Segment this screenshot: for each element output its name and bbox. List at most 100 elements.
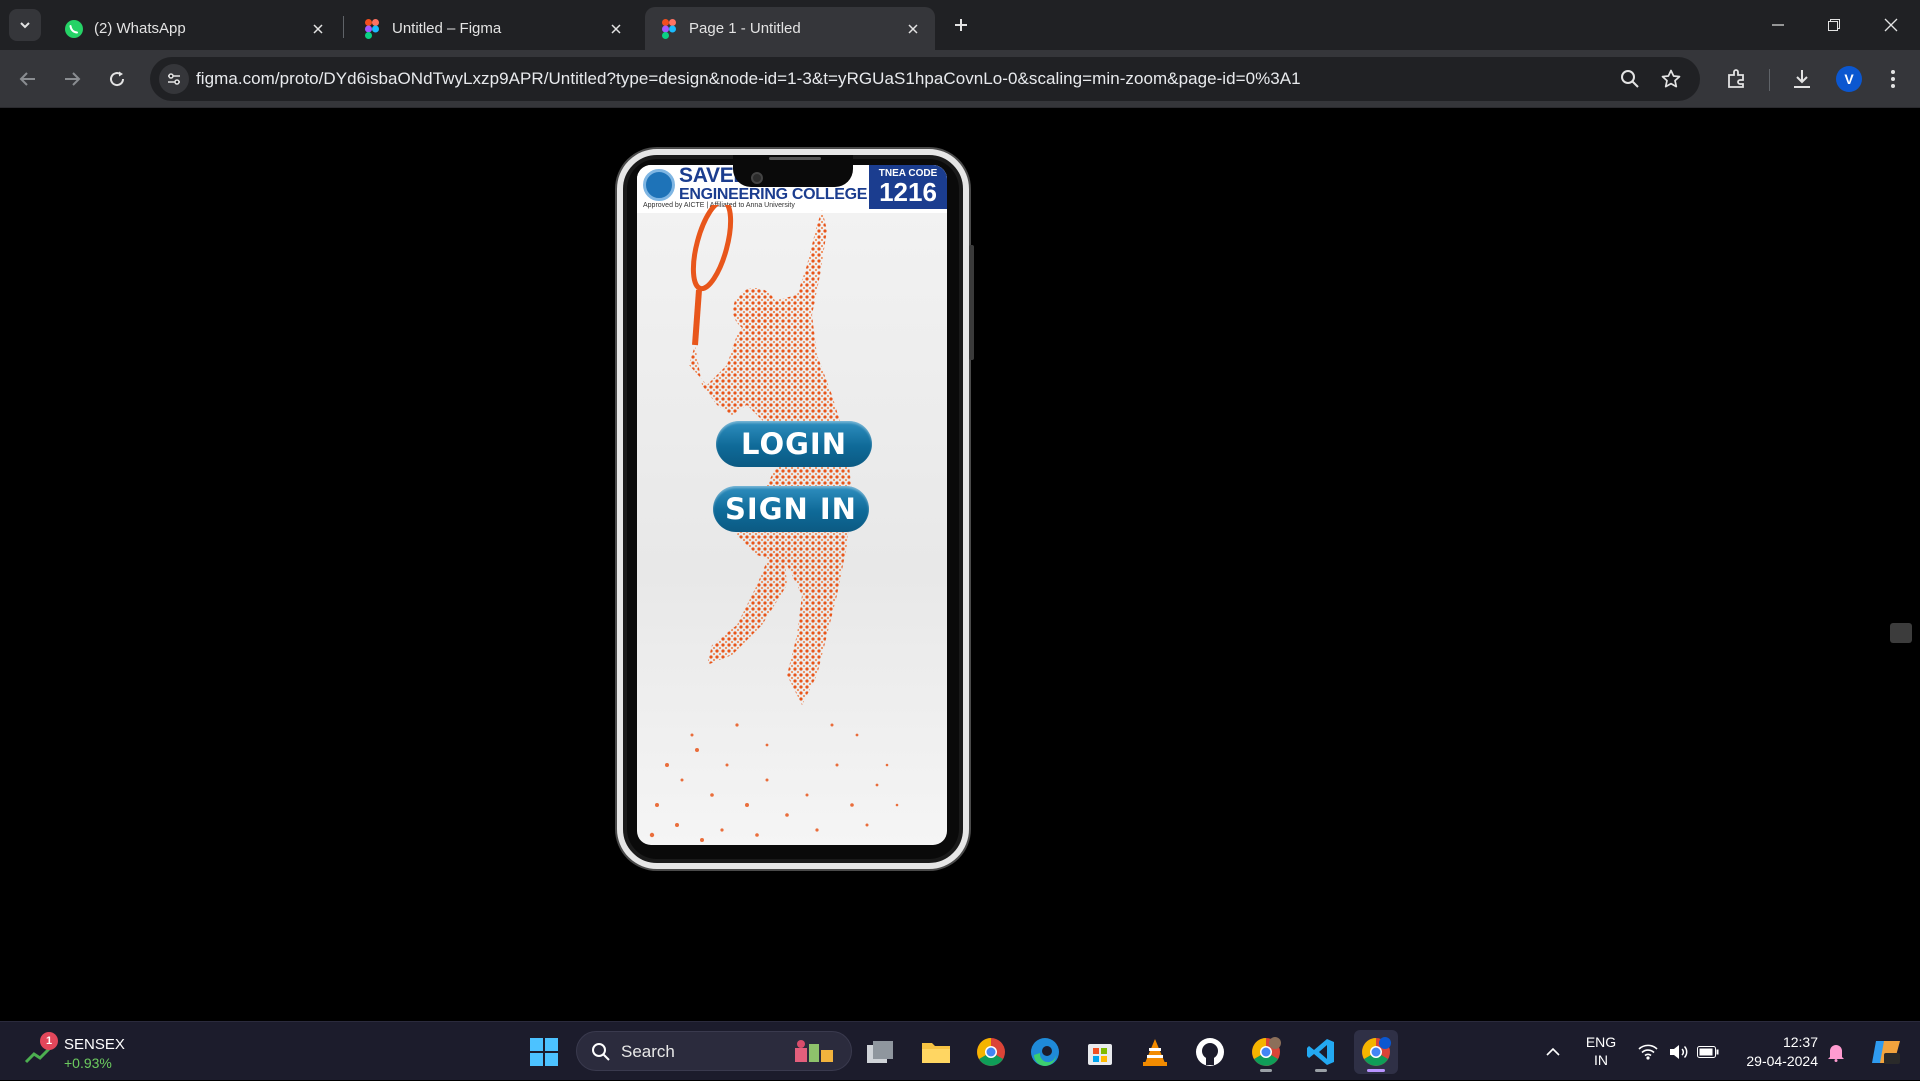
tray-overflow-button[interactable] [1538, 1022, 1568, 1081]
battery-status[interactable] [1694, 1022, 1722, 1081]
taskbar-search[interactable]: Search [576, 1031, 852, 1071]
tab-strip: (2) WhatsApp Untitled – Figma Page 1 - U… [0, 0, 1920, 50]
running-indicator [1260, 1069, 1272, 1072]
system-clock[interactable]: 12:37 29-04-2024 [1730, 1033, 1818, 1071]
forward-button[interactable] [56, 63, 88, 95]
clock-time: 12:37 [1782, 1034, 1818, 1050]
task-view-icon [867, 1041, 893, 1063]
vlc-icon [1143, 1039, 1167, 1066]
folder-icon [922, 1043, 950, 1063]
download-icon[interactable] [1786, 63, 1818, 95]
widget-value: +0.93% [64, 1055, 112, 1071]
search-icon [592, 1043, 610, 1061]
tab-whatsapp[interactable]: (2) WhatsApp [50, 7, 340, 50]
collapse-handle-icon[interactable] [1890, 623, 1912, 643]
figma-icon [659, 18, 679, 39]
chrome-app-button[interactable] [969, 1030, 1013, 1074]
running-indicator [1315, 1069, 1327, 1072]
address-bar[interactable]: figma.com/proto/DYd6isbaONdTwyLxzp9APR/U… [150, 57, 1700, 101]
college-logo-icon [643, 169, 675, 201]
active-indicator [1367, 1069, 1385, 1072]
tab-separator [343, 16, 344, 38]
figma-icon [362, 18, 382, 39]
chrome-icon [1362, 1037, 1391, 1066]
chevron-down-icon [20, 22, 30, 29]
tab-figma[interactable]: Untitled – Figma [348, 7, 638, 50]
tnea-badge: TNEA CODE 1216 [869, 165, 947, 209]
task-view-button[interactable] [858, 1030, 902, 1074]
bell-icon [1828, 1044, 1844, 1062]
github-app-button[interactable] [1188, 1030, 1232, 1074]
chrome-active-app-button[interactable] [1354, 1030, 1398, 1074]
wifi-icon [1638, 1044, 1658, 1060]
tab-search-button[interactable] [9, 9, 41, 41]
store-app-button[interactable] [1078, 1030, 1122, 1074]
app-screen: SAVEETHA ENGINEERING COLLEGE Approved by… [637, 165, 947, 845]
new-tab-button[interactable] [947, 11, 975, 39]
search-placeholder: Search [621, 1042, 675, 1061]
tab-title: (2) WhatsApp [94, 20, 186, 37]
vscode-icon [1307, 1039, 1334, 1065]
volume-status[interactable] [1664, 1022, 1692, 1081]
bookmark-star-icon[interactable] [1657, 65, 1685, 93]
region-code: IN [1594, 1052, 1608, 1068]
reload-icon [110, 71, 125, 87]
tab-title: Page 1 - Untitled [689, 20, 801, 37]
url-text: figma.com/proto/DYd6isbaONdTwyLxzp9APR/U… [196, 69, 1301, 88]
clock-date: 29-04-2024 [1746, 1053, 1818, 1069]
tab-page1[interactable]: Page 1 - Untitled [645, 7, 935, 50]
windows-taskbar: 1 SENSEX +0.93% Search ENG IN 12:37 29-0… [0, 1021, 1920, 1080]
notification-badge: 1 [40, 1032, 58, 1050]
close-window-button[interactable] [1863, 0, 1919, 50]
tab-title: Untitled – Figma [392, 20, 502, 37]
search-highlight-icon [795, 1040, 833, 1062]
vscode-app-button[interactable] [1299, 1030, 1343, 1074]
whatsapp-icon [64, 19, 84, 39]
language-code: ENG [1585, 1034, 1617, 1050]
file-explorer-button[interactable] [914, 1030, 958, 1074]
restore-icon [1828, 19, 1840, 31]
close-icon[interactable] [604, 17, 628, 41]
tnea-code: 1216 [879, 177, 937, 207]
browser-toolbar: figma.com/proto/DYd6isbaONdTwyLxzp9APR/U… [0, 50, 1920, 108]
store-icon [1088, 1044, 1112, 1065]
github-icon [1196, 1038, 1224, 1066]
chevron-up-icon [1546, 1047, 1560, 1056]
profile-avatar[interactable]: V [1836, 66, 1862, 92]
reload-button[interactable] [101, 63, 133, 95]
login-button[interactable]: LOGIN [716, 421, 872, 467]
widget-title: SENSEX [64, 1036, 125, 1053]
minimize-icon [1772, 24, 1784, 26]
edge-app-button[interactable] [1023, 1030, 1067, 1074]
arrow-left-icon [19, 72, 35, 86]
sign-in-button[interactable]: SIGN IN [713, 486, 869, 532]
chrome-icon [1252, 1037, 1281, 1066]
restore-button[interactable] [1806, 0, 1862, 50]
edge-icon [1031, 1038, 1059, 1066]
zoom-icon[interactable] [1616, 65, 1644, 93]
wifi-status[interactable] [1634, 1022, 1662, 1081]
close-icon[interactable] [901, 17, 925, 41]
plus-icon [955, 19, 967, 31]
stock-widget[interactable]: 1 SENSEX +0.93% [24, 1032, 164, 1072]
back-button[interactable] [12, 63, 44, 95]
camera-icon [751, 172, 763, 184]
extensions-icon[interactable] [1720, 63, 1752, 95]
windows-logo-icon [530, 1038, 558, 1066]
language-indicator[interactable]: ENG IN [1580, 1033, 1622, 1069]
minimize-button[interactable] [1750, 0, 1806, 50]
arrow-right-icon [65, 72, 81, 86]
site-info-icon[interactable] [159, 64, 189, 94]
phone-speaker [769, 157, 821, 160]
vlc-app-button[interactable] [1133, 1030, 1177, 1074]
chrome-profile-app-button[interactable] [1244, 1030, 1288, 1074]
close-icon[interactable] [306, 17, 330, 41]
notifications-button[interactable] [1824, 1022, 1848, 1081]
phone-side-button [969, 245, 974, 360]
start-button[interactable] [522, 1030, 566, 1074]
copilot-button[interactable] [1864, 1022, 1908, 1081]
menu-kebab-icon[interactable] [1877, 63, 1909, 95]
chrome-icon [977, 1038, 1005, 1066]
copilot-icon [1872, 1040, 1900, 1064]
volume-icon [1670, 1044, 1688, 1059]
